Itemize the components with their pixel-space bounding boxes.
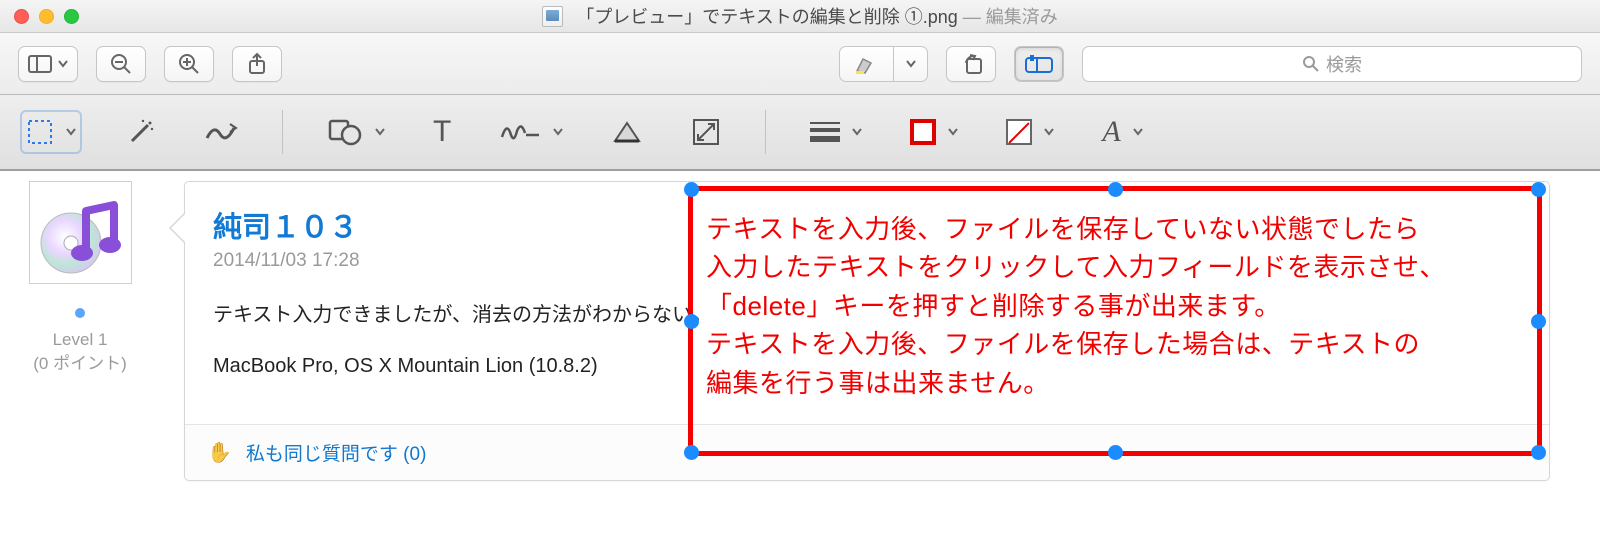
main-toolbar: 検索 [0, 33, 1600, 95]
post-timestamp: 2014/11/03 17:28 [213, 250, 1521, 272]
font-style-picker[interactable]: A [1098, 110, 1146, 154]
post-bubble: 純司１０３ 2014/11/03 17:28 テキスト入力できましたが、消去の方… [184, 181, 1550, 481]
author-column: Level 1 (0 ポイント) [0, 171, 160, 540]
chevron-down-icon [553, 128, 563, 136]
chevron-down-icon [948, 128, 958, 136]
share-button[interactable] [232, 46, 282, 82]
sketch-tool[interactable] [200, 110, 242, 154]
signature-icon [499, 119, 541, 145]
search-field[interactable]: 検索 [1082, 46, 1582, 82]
search-icon [1302, 55, 1320, 73]
shapes-icon [327, 118, 363, 146]
markup-toolbox-button[interactable] [1014, 46, 1064, 82]
chevron-down-icon [66, 128, 76, 136]
avatar [29, 181, 132, 284]
itunes-icon [38, 191, 122, 275]
border-color-swatch [910, 119, 936, 145]
instant-alpha-tool[interactable] [122, 110, 160, 154]
rotate-button[interactable] [946, 46, 996, 82]
wand-icon [126, 117, 156, 147]
hand-icon: ✋ [207, 440, 232, 465]
same-question-link[interactable]: 私も同じ質問です (0) [246, 439, 427, 466]
window-title: 「プレビュー」でテキストの編集と削除 ①.png — 編集済み [0, 3, 1600, 29]
post-system-info: MacBook Pro, OS X Mountain Lion (10.8.2) [213, 355, 1521, 378]
selection-icon [26, 118, 54, 146]
text-icon: T [433, 115, 451, 149]
adjust-color-tool[interactable] [607, 110, 647, 154]
sketch-icon [204, 120, 238, 144]
highlighter-menu-button[interactable] [894, 46, 928, 82]
minimize-window-button[interactable] [39, 9, 54, 24]
post-footer: ✋ 私も同じ質問です (0) [185, 424, 1549, 480]
file-icon [542, 6, 563, 27]
document-canvas[interactable]: Level 1 (0 ポイント) 純司１０３ 2014/11/03 17:28 … [0, 171, 1600, 540]
window-title-status: — 編集済み [963, 7, 1058, 27]
post-body: テキスト入力できましたが、消去の方法がわからない。 [213, 298, 1521, 327]
zoom-group [96, 46, 214, 82]
font-icon: A [1102, 115, 1120, 149]
rectangular-selection-tool[interactable] [20, 110, 82, 154]
highlighter-button[interactable] [839, 46, 894, 82]
close-window-button[interactable] [14, 9, 29, 24]
divider [282, 110, 283, 154]
border-color-picker[interactable] [906, 110, 962, 154]
post-author[interactable]: 純司１０３ [213, 204, 1521, 246]
level-text: Level 1 (0 ポイント) [33, 328, 127, 376]
level-indicator-icon [75, 308, 85, 318]
prism-icon [611, 119, 643, 145]
chevron-down-icon [375, 128, 385, 136]
traffic-lights [14, 9, 79, 24]
window-titlebar: 「プレビュー」でテキストの編集と削除 ①.png — 編集済み [0, 0, 1600, 33]
line-style-picker[interactable] [806, 110, 866, 154]
chevron-down-icon [1044, 128, 1054, 136]
fill-color-picker[interactable] [1002, 110, 1058, 154]
zoom-in-button[interactable] [164, 46, 214, 82]
post-area: 純司１０３ 2014/11/03 17:28 テキスト入力できましたが、消去の方… [160, 171, 1600, 540]
level-label: Level 1 [33, 328, 127, 352]
divider [765, 110, 766, 154]
adjust-size-tool[interactable] [687, 110, 725, 154]
line-thickness-icon [810, 122, 840, 142]
chevron-down-icon [58, 60, 68, 68]
zoom-window-button[interactable] [64, 9, 79, 24]
markup-toolbar: T A [0, 95, 1600, 171]
search-placeholder: 検索 [1326, 51, 1362, 77]
chevron-down-icon [1133, 128, 1143, 136]
highlighter-button-group [839, 46, 928, 82]
sidebar-view-button[interactable] [18, 46, 78, 82]
sign-tool[interactable] [495, 110, 567, 154]
chevron-down-icon [852, 128, 862, 136]
resize-icon [691, 117, 721, 147]
shapes-tool[interactable] [323, 110, 389, 154]
text-tool[interactable]: T [429, 110, 455, 154]
window-title-filename: 「プレビュー」でテキストの編集と削除 ①.png [576, 7, 958, 27]
zoom-out-button[interactable] [96, 46, 146, 82]
fill-color-swatch [1006, 119, 1032, 145]
points-label: (0 ポイント) [33, 352, 127, 376]
